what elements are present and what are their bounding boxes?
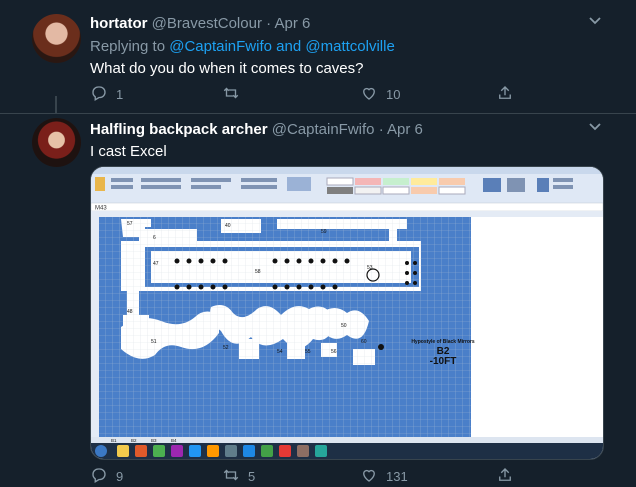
share-button[interactable] (496, 84, 514, 105)
chevron-down-icon[interactable] (588, 120, 602, 135)
reply-count: 1 (116, 87, 124, 102)
map-label: 52 (223, 345, 229, 351)
reply-count: 9 (116, 469, 124, 484)
map-label: 40 (225, 223, 231, 229)
sheet-tab[interactable]: B3 (151, 438, 157, 443)
map-label: 50 (341, 323, 347, 329)
map-label: 54 (277, 349, 283, 355)
heart-icon (360, 466, 378, 487)
retweet-button[interactable]: 5 (222, 466, 255, 487)
avatar[interactable] (32, 14, 81, 63)
windows-taskbar (91, 443, 603, 459)
sheet-tab[interactable]: B4 (171, 438, 177, 443)
mention-link[interactable]: @CaptainFwifo (169, 38, 272, 55)
map-label: 60 (361, 339, 367, 345)
like-count: 10 (386, 87, 401, 102)
map-label: 55 (305, 349, 311, 355)
map-label: 48 (127, 309, 133, 315)
user-handle[interactable]: @CaptainFwifo (272, 121, 375, 138)
reply-button[interactable]: 9 (90, 466, 123, 487)
replying-to: Replying to @CaptainFwifo and @mattcolvi… (90, 38, 395, 55)
share-icon (496, 84, 514, 105)
tweet-actions: 1 10 (90, 84, 530, 104)
map-label: 47 (153, 261, 159, 267)
tweet-hortator[interactable]: hortator @BravestColour · Apr 6 Replying… (0, 0, 636, 114)
tweet-captainfwifo[interactable]: Halfling backpack archer @CaptainFwifo ·… (0, 114, 636, 487)
tweet-date[interactable]: Apr 6 (274, 15, 310, 32)
map-label: 6 (153, 235, 156, 241)
mention-link[interactable]: @mattcolville (305, 38, 394, 55)
user-handle[interactable]: @BravestColour (152, 15, 262, 32)
like-button[interactable]: 131 (360, 466, 408, 487)
tweet-date[interactable]: Apr 6 (387, 121, 423, 138)
tweet-text: I cast Excel (90, 143, 167, 160)
like-button[interactable]: 10 (360, 84, 400, 105)
mention-and: and (276, 38, 302, 55)
like-count: 131 (386, 469, 408, 484)
heart-icon (360, 84, 378, 105)
tweet-header: hortator @BravestColour · Apr 6 (90, 15, 310, 32)
tweet-header: Halfling backpack archer @CaptainFwifo ·… (90, 121, 423, 138)
map-label: 59 (321, 229, 327, 235)
separator-dot: · (266, 15, 272, 32)
retweet-count: 5 (248, 469, 256, 484)
map-label: 58 (255, 269, 261, 275)
display-name[interactable]: hortator (90, 15, 148, 32)
replying-prefix: Replying to (90, 38, 166, 55)
tweet-actions: 9 5 131 (90, 466, 530, 486)
sheet-tab[interactable]: B2 (131, 438, 137, 443)
map-label: 53 (367, 265, 373, 271)
sheet-tab[interactable]: B1 (111, 438, 117, 443)
avatar[interactable] (32, 118, 81, 167)
separator-dot: · (378, 121, 384, 138)
sheet-depth: -10FT (430, 356, 457, 367)
map-label: 51 (151, 339, 157, 345)
retweet-icon (222, 466, 240, 487)
display-name[interactable]: Halfling backpack archer (90, 121, 268, 138)
attached-image-excel-map[interactable]: M43 57 6 40 47 58 59 53 48 50 51 52 54 5… (90, 166, 604, 460)
cell-reference: M43 (95, 206, 107, 212)
sheet-title: Hypostyle of Black Mirrors (411, 339, 475, 345)
share-button[interactable] (496, 466, 514, 487)
reply-button[interactable]: 1 (90, 84, 123, 105)
reply-icon (90, 84, 108, 105)
map-label: 57 (127, 221, 133, 227)
tweet-text: What do you do when it comes to caves? (90, 60, 364, 77)
thread-connector (55, 96, 57, 114)
chevron-down-icon[interactable] (588, 14, 602, 29)
retweet-button[interactable] (222, 84, 248, 105)
map-label: 56 (331, 349, 337, 355)
retweet-icon (222, 84, 240, 105)
reply-icon (90, 466, 108, 487)
share-icon (496, 466, 514, 487)
